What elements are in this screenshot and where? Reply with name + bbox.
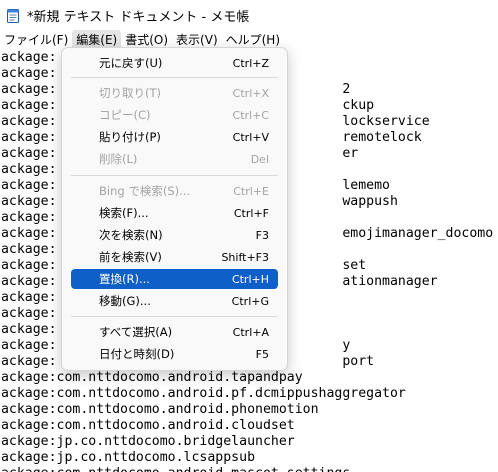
- menu-item-undo[interactable]: 元に戻す(U) Ctrl+Z: [71, 53, 278, 73]
- menu-item-shortcut: F5: [255, 347, 269, 361]
- menu-separator: [71, 175, 278, 176]
- menu-item-label: 元に戻す(U): [99, 56, 163, 70]
- menu-item-cut: 切り取り(T) Ctrl+X: [71, 83, 278, 103]
- menu-item-label: コピー(C): [99, 108, 151, 122]
- menu-item-label: 削除(L): [99, 152, 138, 166]
- menu-item-find-previous[interactable]: 前を検索(V) Shift+F3: [71, 247, 278, 267]
- menu-item-label: Bing で検索(S)...: [99, 184, 191, 198]
- menu-item-select-all[interactable]: すべて選択(A) Ctrl+A: [71, 322, 278, 342]
- menu-item-shortcut: Ctrl+Z: [232, 56, 269, 70]
- editor-line: package:: [0, 290, 57, 305]
- menu-item-label: 切り取り(T): [99, 86, 161, 100]
- editor-line: package:com.nttdocomo.android.cloudset: [0, 418, 295, 433]
- menu-item-shortcut: Ctrl+H: [231, 272, 269, 286]
- menu-item-label: 前を検索(V): [99, 250, 162, 264]
- menu-separator: [71, 316, 278, 317]
- menu-item-goto[interactable]: 移動(G)... Ctrl+G: [71, 291, 278, 311]
- editor-line: package:com.nttdocomo.android.phonemotio…: [0, 402, 319, 417]
- menu-item-find[interactable]: 検索(F)... Ctrl+F: [71, 203, 278, 223]
- menu-item-label: すべて選択(A): [99, 325, 173, 339]
- menu-item-label: 移動(G)...: [99, 294, 151, 308]
- menu-item-shortcut: Ctrl+A: [232, 325, 269, 339]
- editor-line: package:: [0, 50, 57, 65]
- menu-item-label: 置換(R)...: [99, 272, 150, 286]
- menu-item-label: 貼り付け(P): [99, 130, 161, 144]
- menu-item-shortcut: Del: [250, 152, 269, 166]
- menu-item-find-next[interactable]: 次を検索(N) F3: [71, 225, 278, 245]
- menu-item-label: 日付と時刻(D): [99, 347, 175, 361]
- menu-item-label: 次を検索(N): [99, 228, 163, 242]
- editor-line: package:com.nttdocomo.android.tapandpay: [0, 370, 303, 385]
- editor-line: package:jp.co.nttdocomo.lcsappsub: [0, 450, 256, 465]
- menu-item-shortcut: Shift+F3: [221, 250, 269, 264]
- editor-line: package:: [0, 210, 57, 225]
- editor-line: package:: [0, 242, 57, 257]
- editor-line: package:: [0, 66, 57, 81]
- editor-line: package:jp.co.nttdocomo.bridgelauncher: [0, 434, 295, 449]
- menu-item-paste[interactable]: 貼り付け(P) Ctrl+V: [71, 127, 278, 147]
- menu-item-shortcut: Ctrl+G: [231, 294, 269, 308]
- editor-line: package:: [0, 322, 57, 337]
- title-bar: *新規 テキスト ドキュメント - メモ帳: [0, 0, 498, 30]
- menu-item-time-date[interactable]: 日付と時刻(D) F5: [71, 344, 278, 364]
- menu-item-shortcut: Ctrl+E: [233, 184, 269, 198]
- menu-item-delete: 削除(L) Del: [71, 149, 278, 169]
- menu-item-shortcut: Ctrl+V: [232, 130, 269, 144]
- editor-line: package:: [0, 306, 57, 321]
- menu-separator: [71, 77, 278, 78]
- editor-line: package:: [0, 162, 57, 177]
- menu-item-shortcut: Ctrl+F: [233, 206, 269, 220]
- menu-item-shortcut: Ctrl+C: [232, 108, 269, 122]
- menu-item-shortcut: F3: [255, 228, 269, 242]
- menu-file[interactable]: ファイル(F): [0, 30, 72, 50]
- editor-line: package:com.nttdocomo.android.pf.dcmippu…: [0, 386, 406, 401]
- menu-item-replace[interactable]: 置換(R)... Ctrl+H: [71, 269, 278, 289]
- menu-item-copy: コピー(C) Ctrl+C: [71, 105, 278, 125]
- menu-item-shortcut: Ctrl+X: [232, 86, 269, 100]
- notepad-icon: [7, 8, 19, 23]
- menu-item-label: 検索(F)...: [99, 206, 149, 220]
- editor-line: package:com.nttdocomo.android.mascot.set…: [0, 466, 350, 472]
- edit-menu-dropdown: 元に戻す(U) Ctrl+Z 切り取り(T) Ctrl+X コピー(C) Ctrl+C 貼り…: [61, 47, 288, 371]
- menu-item-search-bing: Bing で検索(S)... Ctrl+E: [71, 181, 278, 201]
- window-title: *新規 テキスト ドキュメント - メモ帳: [27, 9, 250, 25]
